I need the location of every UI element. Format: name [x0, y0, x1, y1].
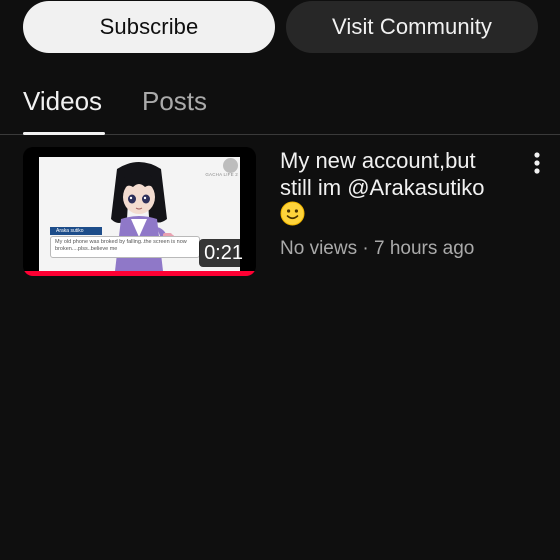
- tab-selected-indicator: [23, 132, 105, 135]
- upload-age: 7 hours ago: [373, 238, 475, 259]
- kebab-vertical-icon: [534, 152, 540, 174]
- watermark-icon: [223, 158, 238, 173]
- video-thumbnail[interactable]: GACHA LIFE 2 Araka sutiko My old phone w…: [23, 147, 256, 276]
- thumbnail-name-tag: Araka sutiko: [50, 227, 102, 235]
- video-title-text: My new account,but still im @Arakasutiko: [280, 148, 485, 200]
- video-list-item[interactable]: GACHA LIFE 2 Araka sutiko My old phone w…: [23, 147, 560, 277]
- duration-badge: 0:21: [199, 239, 248, 267]
- slightly-smiling-face-emoji-icon: [280, 201, 305, 232]
- more-options-button[interactable]: [523, 149, 551, 177]
- stats-separator: ·: [362, 238, 369, 259]
- view-count: No views: [280, 238, 358, 259]
- subscribe-button[interactable]: Subscribe: [23, 1, 275, 53]
- video-title[interactable]: My new account,but still im @Arakasutiko: [280, 147, 510, 232]
- thumbnail-watermark: GACHA LIFE 2: [205, 172, 238, 177]
- visit-community-button[interactable]: Visit Community: [286, 1, 538, 53]
- watch-progress-bar: [23, 271, 256, 276]
- video-stats: No views · 7 hours ago: [280, 237, 510, 261]
- channel-actions: Subscribe Visit Community: [23, 0, 538, 54]
- channel-page: Subscribe Visit Community Videos Posts G…: [0, 0, 560, 560]
- thumbnail-caption: My old phone was broked by falling..the …: [50, 236, 200, 258]
- tab-posts[interactable]: Posts: [142, 86, 207, 117]
- tab-videos[interactable]: Videos: [23, 86, 102, 117]
- video-meta: My new account,but still im @Arakasutiko…: [280, 147, 510, 261]
- channel-tabs: Videos Posts: [0, 78, 560, 135]
